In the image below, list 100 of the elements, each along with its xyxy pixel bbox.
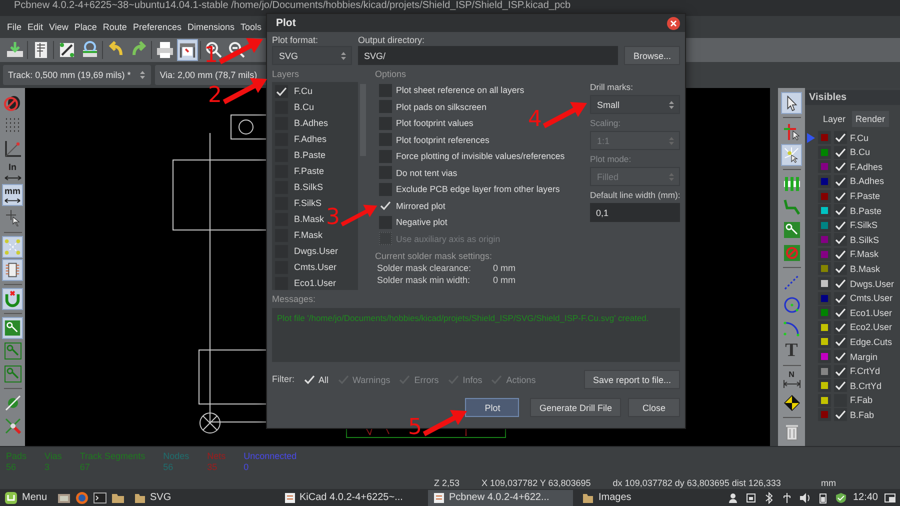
text-icon[interactable]: T [781,340,802,362]
color-swatch[interactable] [821,280,828,288]
crosshair-pointer-icon[interactable] [781,121,802,143]
menu-item[interactable]: View [49,22,68,32]
leaf-logo-icon [4,490,18,504]
menu-item[interactable]: Edit [28,22,44,32]
color-swatch[interactable] [821,178,828,185]
checkbox[interactable] [379,182,392,196]
printer-icon[interactable] [154,39,175,61]
color-swatch[interactable] [821,338,828,346]
menu-item[interactable]: File [7,22,22,32]
checkbox[interactable] [834,160,847,174]
zone-icon[interactable] [2,317,23,339]
checkbox[interactable] [379,84,392,97]
checkbox[interactable] [379,199,392,212]
checkbox[interactable] [834,262,847,276]
save-report-button[interactable]: Save report to file... [584,370,680,389]
dropdown[interactable]: Small [590,95,680,114]
menu-item[interactable]: Place [74,22,97,32]
dialog-button[interactable]: Generate Drill File [530,398,621,417]
checkbox[interactable] [834,306,847,320]
start-menu-button[interactable]: Menu [4,490,54,504]
spin-arrows-icon [340,50,347,62]
tab[interactable]: Layer [819,111,850,127]
taskbar-button[interactable]: Pcbnew 4.0.2-4+622... [428,490,574,506]
checkbox[interactable] [834,248,847,261]
taskbar-button[interactable]: KiCad 4.0.2-4+6225~... [278,490,424,506]
checkbox[interactable] [379,150,392,163]
checkbox[interactable] [834,146,847,159]
burst-pointer-icon[interactable] [781,144,802,166]
show-desktop-icon[interactable] [884,492,896,504]
checkbox[interactable] [379,166,392,180]
taskbar-button[interactable]: SVG [129,490,274,506]
terminal-icon[interactable] [93,490,108,504]
browser-icon[interactable] [75,490,90,504]
checkbox[interactable] [834,190,847,203]
color-swatch[interactable] [821,250,828,258]
checkbox[interactable] [379,216,392,229]
color-swatch[interactable] [821,396,828,404]
color-swatch[interactable] [821,309,828,316]
network-icon[interactable] [744,492,757,504]
menu-item[interactable]: Tools [240,22,262,32]
color-swatch[interactable] [821,207,828,214]
checkbox[interactable] [834,379,847,392]
dialog-button[interactable]: Close [628,398,680,417]
filter-checkbox[interactable]: All [302,373,329,386]
color-swatch[interactable] [821,148,828,156]
color-swatch[interactable] [821,163,828,170]
close-icon[interactable] [667,16,680,30]
color-swatch[interactable] [821,353,828,360]
tab[interactable]: Render [852,111,890,127]
checkbox[interactable] [834,350,847,364]
checkbox[interactable] [834,131,847,144]
menu-item[interactable]: Dimensions [187,22,234,32]
color-swatch[interactable] [821,368,828,375]
checkbox[interactable] [379,133,392,146]
checkbox[interactable] [275,276,288,290]
checkbox[interactable] [834,320,847,334]
color-swatch[interactable] [821,222,828,229]
checkbox[interactable] [834,408,847,422]
color-swatch[interactable] [821,411,828,418]
units-icon[interactable]: mm [2,184,23,206]
output-directory-field[interactable]: SVG/ [358,46,618,65]
checkbox[interactable] [834,335,847,348]
color-swatch[interactable] [821,236,828,244]
color-swatch[interactable] [821,134,828,142]
checkbox[interactable] [834,292,847,305]
color-swatch[interactable] [821,265,828,272]
zone-icon[interactable] [781,219,802,241]
usb-icon[interactable] [780,492,793,504]
checkbox[interactable] [275,84,288,98]
menu-item[interactable]: Route [102,22,127,32]
browse-button[interactable]: Browse... [624,46,680,65]
taskbar-button[interactable]: Images [577,490,723,506]
color-swatch[interactable] [821,382,828,390]
menu-item[interactable]: Preferences [132,22,182,32]
checkbox[interactable] [834,277,847,290]
pointer-icon[interactable] [781,92,802,114]
color-swatch[interactable] [821,294,828,302]
checkbox[interactable] [379,116,392,130]
color-swatch[interactable] [821,192,828,200]
magnet-icon[interactable] [2,288,23,310]
checkbox[interactable] [834,364,847,378]
plotter-icon[interactable] [177,39,198,61]
checkbox[interactable] [379,100,392,114]
battery-icon[interactable] [816,492,829,504]
checkbox[interactable] [834,233,847,246]
shield-icon[interactable] [834,492,847,504]
checkbox[interactable] [834,174,847,188]
checkbox[interactable] [834,218,847,232]
chip-icon[interactable] [2,259,23,281]
checkbox[interactable] [834,204,847,218]
user-icon[interactable] [726,492,739,504]
color-swatch[interactable] [821,324,828,331]
line-width-field[interactable]: 0,1 [590,203,680,222]
plot-format-select[interactable]: SVG [272,46,352,65]
dialog-button[interactable]: Plot [465,398,520,417]
track-width-select[interactable]: Track: 0,500 mm (19,69 mils) * [3,65,151,85]
speaker-icon[interactable] [798,492,811,504]
circle-icon[interactable] [781,294,802,316]
